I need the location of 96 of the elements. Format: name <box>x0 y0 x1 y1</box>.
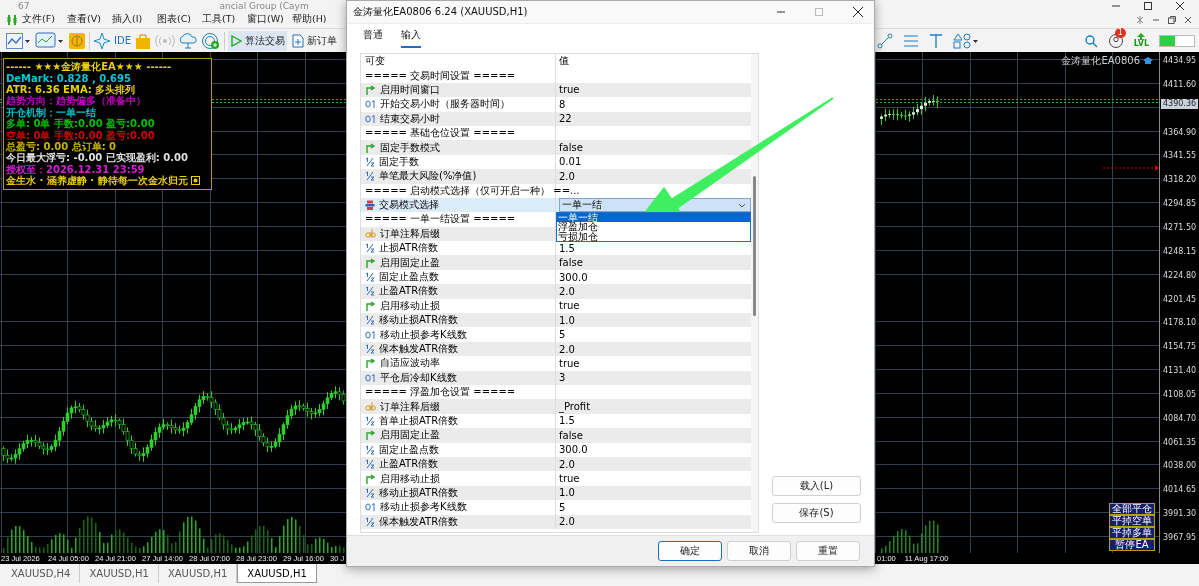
parameter-value: 300.0 <box>559 271 588 283</box>
parameter-name: 启用固定止盈 <box>380 255 440 270</box>
parameter-name: 开始交易小时（服务器时间） <box>380 97 510 112</box>
price-label: 4271.50 <box>1163 222 1197 232</box>
current-price-tag: 4390.36 <box>1161 99 1199 109</box>
parameter-value: true <box>559 357 580 369</box>
parameter-name: 启用移动止损 <box>380 471 440 486</box>
price-label: 4178.10 <box>1163 318 1197 328</box>
parameter-name: 保本触发ATR倍数 <box>379 342 459 356</box>
price-label: 4294.85 <box>1163 199 1197 209</box>
parameter-name: 保本触发ATR倍数 <box>379 514 459 529</box>
info-text: 今日最大浮亏: -0.00 已实现盈利: 0.00 <box>6 152 188 164</box>
parameter-value: true <box>559 473 580 484</box>
parameter-name: 启用时间窗口 <box>380 82 440 97</box>
info-text: 授权至：2026.12.31 23:59 <box>6 163 145 175</box>
price-label: 4014.65 <box>1163 485 1197 495</box>
parameter-name: 首单止损ATR倍数 <box>379 413 459 428</box>
parameter-value: false <box>559 429 583 441</box>
parameter-value: 2.0 <box>559 285 575 297</box>
price-label: 3991.30 <box>1163 509 1197 519</box>
parameter-name: ===== 浮盈加仓设置 ===== <box>365 385 516 400</box>
parameter-name: 移动止损ATR倍数 <box>379 313 459 328</box>
price-label: 3967.95 <box>1163 533 1197 542</box>
parameter-name: 单笔最大风险(%净值) <box>379 169 477 184</box>
info-text: 多单: 0单 手数:0.00 盈亏:0.00 <box>6 118 155 130</box>
parameter-name: 启用固定止盈 <box>380 428 440 443</box>
price-label: 4201.45 <box>1163 294 1197 304</box>
price-label: 4248.15 <box>1163 246 1197 256</box>
parameter-value: 2.0 <box>559 458 575 470</box>
price-label: 4154.75 <box>1163 342 1197 352</box>
price-label: 4108.05 <box>1163 389 1197 399</box>
column-header: 值 <box>558 54 570 69</box>
parameter-value: 2.0 <box>559 170 575 182</box>
parameter-value: 1.5 <box>559 242 575 254</box>
parameter-name: 自适应波动率 <box>380 356 440 371</box>
info-text: 总盈亏: 0.00 总订单: 0 <box>6 140 117 152</box>
parameter-value: 2.0 <box>559 343 575 355</box>
parameter-name: ===== 一单一结设置 ===== <box>365 212 516 227</box>
parameter-value: true <box>559 300 580 312</box>
parameter-name: 平仓后冷却K线数 <box>380 370 457 385</box>
parameter-name: 止盈ATR倍数 <box>379 284 439 299</box>
price-label: 4061.35 <box>1163 437 1197 447</box>
info-text: ------ ★★★金涛量化EA★★★ ------ <box>6 61 172 73</box>
parameter-name: ===== 启动模式选择（仅可开启一种） ==... <box>365 183 580 198</box>
parameter-name: 结束交易小时 <box>380 111 440 126</box>
app-title: ancial Group (Caym <box>219 0 309 11</box>
parameter-value: 300.0 <box>559 444 588 456</box>
parameter-value: 22 <box>559 113 572 125</box>
price-label: 4131.40 <box>1163 366 1197 376</box>
parameter-value: 5 <box>559 329 566 341</box>
parameter-value: 1.5 <box>559 415 575 427</box>
parameter-name: 订单注释后缀 <box>380 226 440 241</box>
parameter-name: 固定止盈点数 <box>379 270 439 285</box>
parameter-value: 8 <box>559 98 566 110</box>
price-label: 4434.95 <box>1163 56 1197 65</box>
dialog-title: 金涛量化EA0806 6.24 (XAUUSD,H1) <box>353 5 528 19</box>
parameter-value: 3 <box>559 372 566 384</box>
app-title: 67 <box>18 0 30 11</box>
price-label: 4318.20 <box>1163 175 1197 185</box>
parameter-name: 订单注释后缀 <box>380 399 440 414</box>
notification-badge: 1 <box>1114 27 1126 38</box>
parameter-name: 固定手数模式 <box>380 140 440 155</box>
info-text: ATR: 6.36 EMA: 多头排列 <box>6 83 136 95</box>
parameter-name: 固定止盈点数 <box>379 442 439 457</box>
parameter-value: false <box>559 142 583 154</box>
parameter-value: 1.0 <box>559 314 575 326</box>
parameter-name: 移动止损参考K线数 <box>380 327 467 342</box>
info-text: 金生水 · 涵养虚静 · 静待每一次金水归元 <box>6 175 188 187</box>
parameter-name: ===== 交易时间设置 ===== <box>365 68 516 83</box>
parameter-name: ===== 基础仓位设置 ===== <box>365 126 516 141</box>
ea-label: 金涛量化EA0806 <box>1061 54 1140 68</box>
price-label: 4224.80 <box>1163 270 1197 280</box>
price-label: 4411.60 <box>1163 79 1197 89</box>
parameter-name: 止盈ATR倍数 <box>379 457 439 472</box>
price-label: 4341.55 <box>1163 151 1197 161</box>
parameter-name: 移动止损ATR倍数 <box>379 485 459 500</box>
parameter-value: false <box>559 257 583 269</box>
column-header: 可变 <box>361 54 556 69</box>
parameter-name: 启用移动止损 <box>380 298 440 313</box>
price-label: 4084.70 <box>1163 413 1197 423</box>
parameter-value: 5 <box>559 501 566 513</box>
parameter-value: 2.0 <box>559 516 575 528</box>
parameter-name: 移动止损参考K线数 <box>380 500 467 515</box>
parameter-name: 交易模式选择 <box>379 198 439 213</box>
info-text: 开仓机制：一单一结 <box>6 106 96 118</box>
parameter-value: 1.0 <box>559 487 575 499</box>
info-text: 趋势方向：趋势偏多（准备中） <box>6 95 146 107</box>
info-text: DeMark: 0.828 , 0.695 <box>6 72 131 84</box>
price-label: 4364.90 <box>1163 127 1197 137</box>
parameter-name: 止损ATR倍数 <box>379 241 439 256</box>
price-label: 4038.00 <box>1163 461 1197 471</box>
parameter-value: _Profit <box>559 401 591 413</box>
info-text: 空单: 0单 手数:0.00 盈亏:0.00 <box>6 129 155 141</box>
parameter-value: true <box>559 84 580 96</box>
parameter-value: 0.01 <box>559 156 582 168</box>
parameter-name: 固定手数 <box>379 154 419 169</box>
